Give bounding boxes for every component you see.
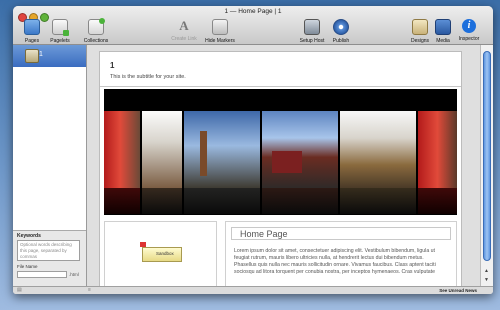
designs-icon bbox=[412, 19, 428, 35]
designs-button[interactable]: Designs bbox=[409, 19, 431, 44]
markers-icon bbox=[212, 19, 228, 35]
keywords-label: Keywords bbox=[17, 233, 41, 239]
pagelets-icon bbox=[52, 19, 69, 36]
page-properties-panel: Keywords Optional words describing this … bbox=[13, 230, 86, 287]
banner-photo-street bbox=[142, 111, 182, 188]
file-name-label: File Name bbox=[17, 264, 38, 269]
hide-markers-label: Hide Markers bbox=[205, 38, 235, 44]
sandbox-badge-label: Sandbox bbox=[156, 251, 174, 256]
publish-label: Publish bbox=[332, 38, 350, 44]
app-window: 1 — Home Page | 1 Pages Pagelets Collect… bbox=[13, 6, 493, 294]
scrollbar-thumb[interactable] bbox=[483, 51, 491, 261]
pagelets-label: Pagelets bbox=[50, 38, 70, 44]
add-item-icon[interactable]: ▤ bbox=[17, 287, 22, 293]
toolbar: 1 — Home Page | 1 Pages Pagelets Collect… bbox=[13, 6, 493, 45]
pages-label: Pages bbox=[24, 38, 40, 44]
content-area: Home Page Lorem ipsum dolor sit amet, co… bbox=[225, 221, 457, 292]
page-editor: 1 This is the subtitle for your site. Sa… bbox=[87, 45, 480, 293]
unread-news-link[interactable]: See Unread News bbox=[439, 288, 477, 293]
banner-photo-huts bbox=[340, 111, 416, 188]
pagelets-button[interactable]: Pagelets bbox=[47, 19, 73, 44]
status-bar: ▤ ≡ See Unread News bbox=[13, 286, 493, 294]
file-name-field[interactable] bbox=[17, 271, 67, 278]
vertical-scrollbar[interactable]: ▲ ▼ bbox=[480, 45, 493, 286]
collections-icon bbox=[88, 18, 105, 35]
setup-host-label: Setup Host bbox=[299, 38, 325, 44]
server-icon bbox=[304, 19, 320, 35]
sidebar-pagelet[interactable]: Sandbox bbox=[104, 221, 217, 292]
create-link-button[interactable]: A Create Link bbox=[171, 18, 197, 43]
info-icon: i bbox=[462, 19, 476, 33]
banner-photo-train bbox=[262, 111, 338, 188]
create-link-icon: A bbox=[179, 18, 189, 33]
page-heading-box[interactable]: Home Page bbox=[231, 227, 451, 240]
page-heading: Home Page bbox=[240, 229, 288, 239]
media-label: Media bbox=[436, 38, 450, 44]
media-icon bbox=[435, 19, 451, 35]
collections-button[interactable]: Collections bbox=[79, 18, 113, 44]
page-canvas: 1 This is the subtitle for your site. Sa… bbox=[99, 51, 462, 293]
photo-banner bbox=[104, 89, 457, 215]
pages-icon bbox=[24, 19, 40, 35]
split-handle-icon[interactable]: ≡ bbox=[88, 287, 91, 293]
header-divider bbox=[100, 86, 461, 87]
banner-photo-clock-tower bbox=[184, 111, 260, 188]
collections-label: Collections bbox=[83, 38, 109, 44]
site-outline-sidebar: 1 Keywords Optional words describing thi… bbox=[13, 45, 87, 287]
media-button[interactable]: Media bbox=[433, 19, 453, 44]
body-text[interactable]: Lorem ipsum dolor sit amet, consectetuer… bbox=[234, 248, 446, 276]
create-link-label: Create Link bbox=[171, 36, 197, 42]
hide-markers-button[interactable]: Hide Markers bbox=[203, 19, 237, 44]
home-page-icon bbox=[25, 49, 39, 63]
sidebar-item-label: 1 bbox=[39, 51, 43, 58]
scroll-down-arrow-icon[interactable]: ▼ bbox=[484, 277, 489, 283]
site-title[interactable]: 1 bbox=[110, 61, 114, 70]
file-extension: .html bbox=[69, 272, 79, 277]
sidebar-item-home[interactable]: 1 bbox=[13, 45, 86, 67]
banner-photo-coca-cola-right bbox=[418, 111, 457, 188]
scroll-up-arrow-icon[interactable]: ▲ bbox=[484, 268, 489, 274]
window-title: 1 — Home Page | 1 bbox=[224, 8, 282, 15]
site-subtitle[interactable]: This is the subtitle for your site. bbox=[110, 74, 186, 80]
inspector-button[interactable]: i Inspector bbox=[455, 19, 483, 42]
flag-icon bbox=[140, 242, 146, 247]
publish-button[interactable]: Publish bbox=[329, 19, 353, 44]
publish-icon bbox=[333, 19, 349, 35]
inspector-label: Inspector bbox=[458, 36, 480, 42]
setup-host-button[interactable]: Setup Host bbox=[297, 19, 327, 44]
keywords-field[interactable]: Optional words describing this page, sep… bbox=[17, 240, 80, 261]
sandbox-badge[interactable]: Sandbox bbox=[140, 242, 182, 262]
banner-photo-coca-cola bbox=[104, 111, 140, 188]
pages-button[interactable]: Pages bbox=[23, 19, 41, 44]
designs-label: Designs bbox=[410, 38, 430, 44]
